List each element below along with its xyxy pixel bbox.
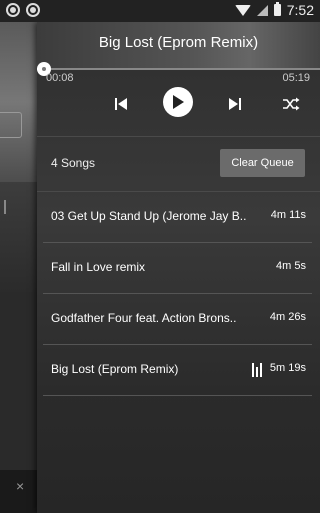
queue-item-duration: 4m 5s xyxy=(276,260,306,272)
wifi-icon xyxy=(234,4,251,16)
background-section xyxy=(0,182,40,292)
app-notification-icon xyxy=(26,3,40,17)
queue-item[interactable]: Godfather Four feat. Action Brons.. 4m 2… xyxy=(43,294,312,345)
background-screen: × xyxy=(0,22,40,513)
total-time: 05:19 xyxy=(282,72,310,84)
app-notification-icon xyxy=(6,3,20,17)
status-bar: 7:52 xyxy=(0,0,320,22)
queue-item-duration: 5m 19s xyxy=(269,362,306,374)
shuffle-icon xyxy=(283,97,300,111)
previous-button[interactable] xyxy=(109,86,133,122)
queue-song-count: 4 Songs xyxy=(51,156,96,170)
background-artwork xyxy=(0,22,40,182)
playback-controls xyxy=(37,86,320,122)
player-panel: Big Lost (Eprom Remix) 00:08 05:19 4 Son… xyxy=(37,22,320,513)
queue-item[interactable]: Fall in Love remix 4m 5s xyxy=(43,243,312,294)
queue-item[interactable]: 03 Get Up Stand Up (Jerome Jay B.. 4m 11… xyxy=(43,192,312,243)
background-button xyxy=(0,112,22,138)
queue-item-title: Godfather Four feat. Action Brons.. xyxy=(51,311,237,325)
queue-item-title: Big Lost (Eprom Remix) xyxy=(51,362,179,376)
divider xyxy=(37,136,320,137)
background-indicator xyxy=(4,200,6,214)
queue-list: 03 Get Up Stand Up (Jerome Jay B.. 4m 11… xyxy=(37,192,320,396)
play-icon xyxy=(173,95,184,109)
next-button[interactable] xyxy=(223,86,247,122)
queue-item-title: Fall in Love remix xyxy=(51,260,146,274)
battery-icon xyxy=(273,2,281,16)
now-playing-equalizer-icon xyxy=(252,363,262,377)
seek-bar[interactable] xyxy=(37,62,320,76)
shuffle-button[interactable] xyxy=(279,86,303,122)
queue-item-now-playing[interactable]: Big Lost (Eprom Remix) 5m 19s xyxy=(43,345,312,396)
queue-item-duration: 4m 11s xyxy=(270,209,306,221)
queue-item-title: 03 Get Up Stand Up (Jerome Jay B.. xyxy=(51,209,247,223)
background-footer: × xyxy=(0,470,40,513)
clear-queue-button[interactable]: Clear Queue xyxy=(220,149,305,177)
close-icon[interactable]: × xyxy=(16,478,24,494)
elapsed-time: 00:08 xyxy=(46,72,74,84)
now-playing-title: Big Lost (Eprom Remix) xyxy=(98,34,259,51)
queue-item-duration: 4m 26s xyxy=(269,311,306,323)
play-button[interactable] xyxy=(163,87,193,117)
signal-icon xyxy=(256,4,268,16)
skip-next-icon xyxy=(229,98,241,110)
status-time: 7:52 xyxy=(286,2,314,18)
now-playing-header: Big Lost (Eprom Remix) xyxy=(37,22,320,70)
skip-previous-icon xyxy=(115,98,127,110)
queue-header: 4 Songs Clear Queue xyxy=(37,142,320,186)
